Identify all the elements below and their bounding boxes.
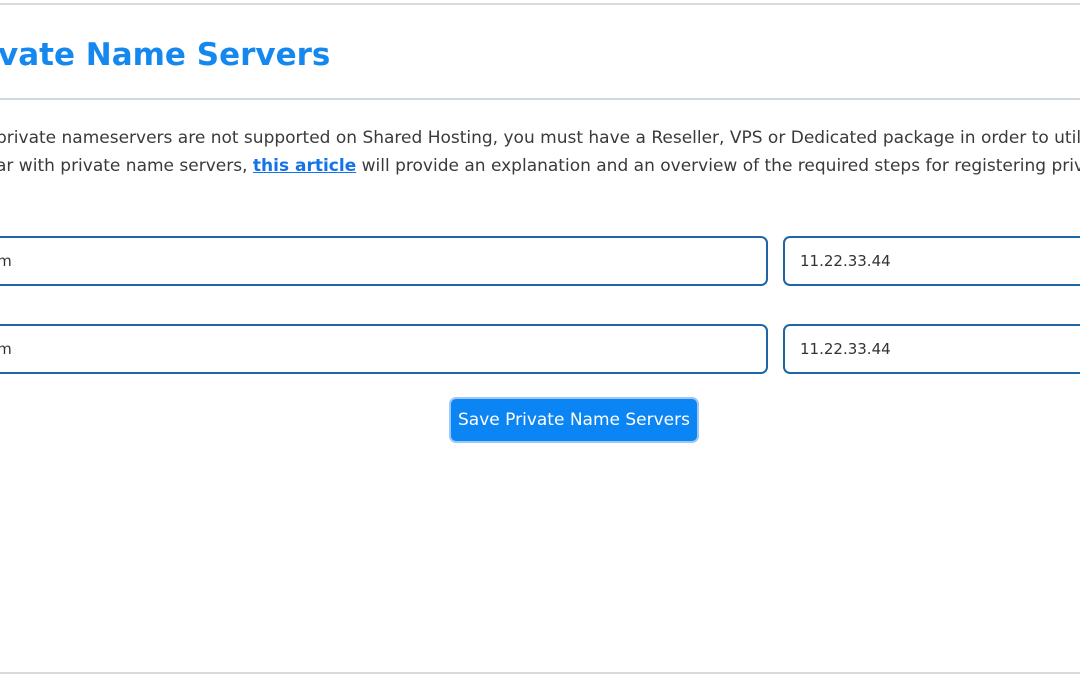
description-line-2: ar with private name servers, this artic…	[0, 152, 1080, 180]
title-divider	[0, 98, 1080, 100]
description: private nameservers are not supported on…	[0, 124, 1080, 180]
description-line-2-end: will provide an explanation and an overv…	[356, 156, 1080, 176]
bottom-border	[0, 672, 1080, 674]
description-line-2-start: ar with private name servers,	[0, 156, 253, 176]
private-name-servers-page: vate Name Servers private nameservers ar…	[0, 0, 1080, 675]
nameserver-2-ip-input[interactable]	[783, 324, 1080, 374]
top-border	[0, 3, 1080, 5]
nameserver-2-hostname-input[interactable]	[0, 324, 768, 374]
description-line-1: private nameservers are not supported on…	[0, 128, 1080, 148]
nameserver-1-ip-input[interactable]	[783, 236, 1080, 286]
save-private-name-servers-button[interactable]: Save Private Name Servers	[449, 397, 699, 443]
this-article-link[interactable]: this article	[253, 156, 356, 176]
page-title: vate Name Servers	[0, 37, 331, 73]
nameserver-1-hostname-input[interactable]	[0, 236, 768, 286]
